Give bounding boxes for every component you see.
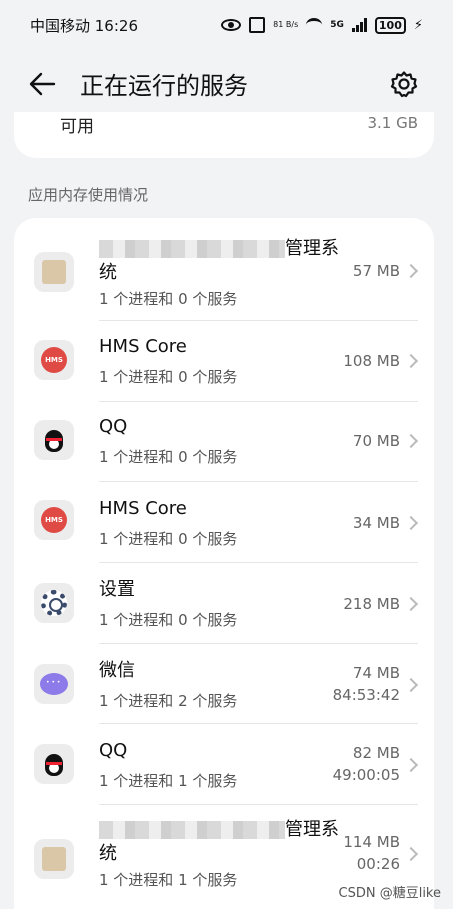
signal-icon xyxy=(351,18,367,32)
list-item[interactable]: 管理系 统 1 个进程和 0 个服务 57 MB xyxy=(14,218,434,322)
app-memory-list: 管理系 统 1 个进程和 0 个服务 57 MB HMS HMS Core 1 … xyxy=(14,218,434,909)
section-label: 应用内存使用情况 xyxy=(28,186,149,204)
app-name: 管理系 xyxy=(99,817,339,843)
chevron-right-icon xyxy=(403,846,419,862)
hms-core-icon: HMS xyxy=(34,500,74,540)
chevron-right-icon xyxy=(403,677,419,693)
app-process-info: 1 个进程和 0 个服务 xyxy=(99,290,238,308)
vibrate-icon xyxy=(249,17,266,33)
app-process-info: 1 个进程和 2 个服务 xyxy=(99,692,238,710)
redacted-text xyxy=(99,240,285,258)
app-name-line2: 统 xyxy=(99,843,117,864)
eye-comfort-icon xyxy=(221,19,242,31)
settings-gear-icon xyxy=(34,583,74,623)
hms-core-icon: HMS xyxy=(34,340,74,380)
list-item[interactable]: QQ 1 个进程和 1 个服务 82 MB 49:00:05 xyxy=(14,724,434,804)
app-run-time: 84:53:42 xyxy=(332,686,400,704)
status-icons: 81 B/s 5G 100 ⚡ xyxy=(221,16,423,34)
chevron-right-icon xyxy=(403,757,419,773)
app-process-info: 1 个进程和 0 个服务 xyxy=(99,448,238,466)
list-item[interactable]: 微信 1 个进程和 2 个服务 74 MB 84:53:42 xyxy=(14,644,434,724)
app-name: QQ xyxy=(99,740,128,761)
app-name: HMS Core xyxy=(99,336,187,357)
list-item[interactable]: QQ 1 个进程和 0 个服务 70 MB xyxy=(14,402,434,482)
app-name-line2: 统 xyxy=(99,262,117,283)
app-memory-size: 108 MB xyxy=(343,352,400,370)
app-run-time: 00:26 xyxy=(356,855,400,873)
app-memory-size: 218 MB xyxy=(343,595,400,613)
watermark: CSDN @糖豆like xyxy=(338,886,441,901)
app-memory-size: 74 MB xyxy=(352,664,400,682)
app-process-info: 1 个进程和 1 个服务 xyxy=(99,772,238,790)
available-label: 可用 xyxy=(60,117,94,137)
redacted-text xyxy=(99,821,285,839)
app-process-info: 1 个进程和 0 个服务 xyxy=(99,611,238,629)
wifi-icon xyxy=(306,18,323,32)
list-item[interactable]: 设置 1 个进程和 0 个服务 218 MB xyxy=(14,563,434,643)
app-process-info: 1 个进程和 1 个服务 xyxy=(99,871,238,889)
carrier-time: 中国移动 16:26 xyxy=(30,15,138,36)
status-bar: 中国移动 16:26 81 B/s 5G 100 ⚡ xyxy=(0,0,453,50)
list-item[interactable]: HMS HMS Core 1 个进程和 0 个服务 34 MB xyxy=(14,482,434,562)
app-name: HMS Core xyxy=(99,498,187,519)
app-run-time: 49:00:05 xyxy=(332,766,400,784)
wechat-icon xyxy=(34,664,74,704)
app-memory-size: 114 MB xyxy=(343,833,400,851)
back-arrow-icon[interactable] xyxy=(28,70,58,98)
available-value: 3.1 GB xyxy=(367,114,418,132)
gear-icon[interactable] xyxy=(390,70,418,98)
app-memory-size: 70 MB xyxy=(352,432,400,450)
qq-penguin-icon xyxy=(34,420,74,460)
app-header: 正在运行的服务 xyxy=(0,56,453,112)
blurred-app-icon xyxy=(34,839,74,879)
charging-icon: ⚡ xyxy=(413,17,423,33)
network-type: 5G xyxy=(330,20,344,30)
app-name: 设置 xyxy=(99,579,135,600)
app-memory-size: 34 MB xyxy=(352,514,400,532)
chevron-right-icon xyxy=(403,433,419,449)
memory-available-card: 可用 3.1 GB xyxy=(14,112,434,158)
app-memory-size: 57 MB xyxy=(352,262,400,280)
network-speed: 81 B/s xyxy=(273,20,299,29)
app-name: 管理系 xyxy=(99,236,339,262)
app-name: 微信 xyxy=(99,660,135,681)
chevron-right-icon xyxy=(403,515,419,531)
battery-icon: 100 xyxy=(374,16,406,34)
page-title: 正在运行的服务 xyxy=(80,72,248,100)
qq-penguin-icon xyxy=(34,744,74,784)
chevron-right-icon xyxy=(403,353,419,369)
chevron-right-icon xyxy=(403,263,419,279)
blurred-app-icon xyxy=(34,252,74,292)
carrier-time-text: 中国移动 16:26 xyxy=(30,16,138,35)
app-memory-size: 82 MB xyxy=(352,744,400,762)
divider xyxy=(99,320,418,321)
app-process-info: 1 个进程和 0 个服务 xyxy=(99,368,238,386)
chevron-right-icon xyxy=(403,596,419,612)
list-item[interactable]: HMS HMS Core 1 个进程和 0 个服务 108 MB xyxy=(14,322,434,402)
app-name: QQ xyxy=(99,416,128,437)
app-process-info: 1 个进程和 0 个服务 xyxy=(99,530,238,548)
